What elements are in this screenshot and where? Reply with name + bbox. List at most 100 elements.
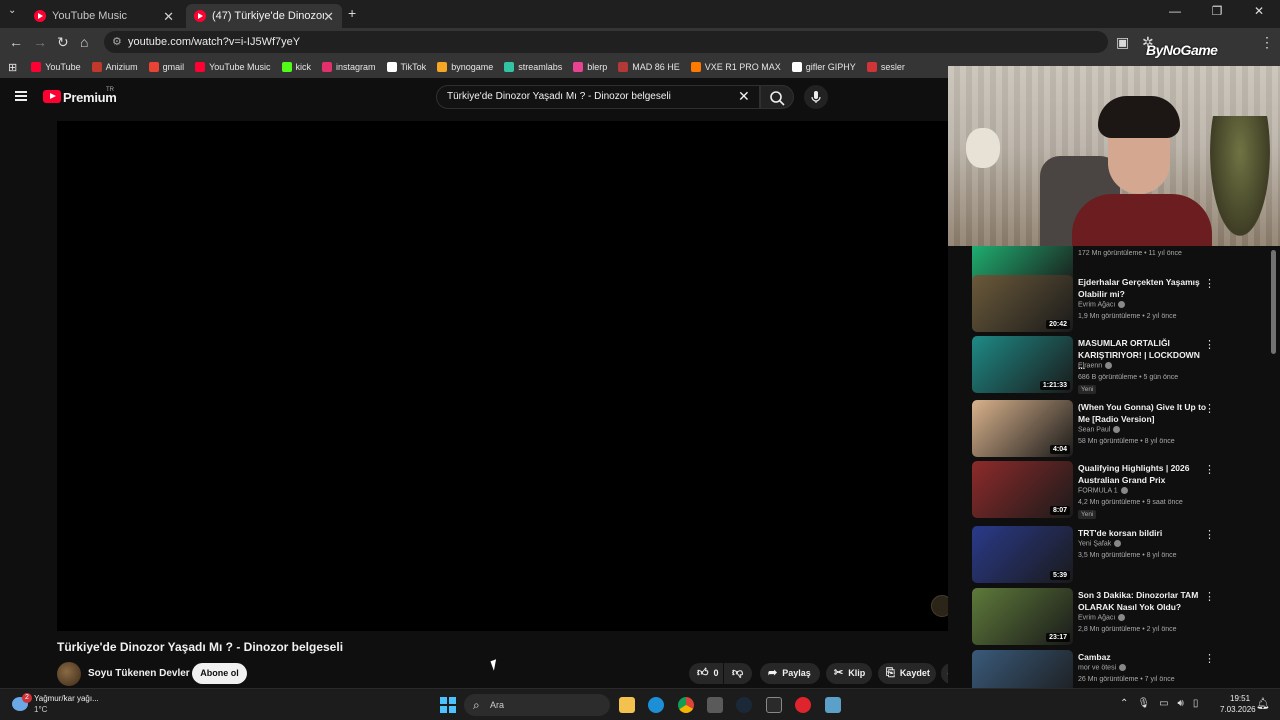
forward-icon[interactable]: → xyxy=(33,34,47,50)
taskbar-search-input[interactable]: Ara xyxy=(464,694,610,716)
bookmark-item[interactable]: sesler xyxy=(866,62,905,72)
video-thumbnail[interactable]: 20:42 xyxy=(972,275,1073,332)
more-options-icon[interactable]: ⋮ xyxy=(1204,528,1215,541)
menu-icon[interactable] xyxy=(15,91,27,101)
dislike-button[interactable]: 👎︎ xyxy=(724,663,752,684)
video-thumbnail[interactable]: 23:17 xyxy=(972,588,1073,645)
channel-name[interactable]: Sean Paul xyxy=(1078,426,1121,433)
recommendation-item[interactable]: 20:42 Ejderhalar Gerçekten Yaşamış Olabil… xyxy=(972,275,1262,333)
video-thumbnail[interactable]: 5:39 xyxy=(972,526,1073,583)
close-window-icon[interactable]: ✕ xyxy=(1238,4,1280,18)
video-player[interactable] xyxy=(57,121,962,631)
home-icon[interactable]: ⌂ xyxy=(80,34,88,50)
recommendation-item[interactable]: 23:17 Son 3 Dakika: Dinozorlar TAM OLARAK… xyxy=(972,588,1262,646)
site-info-icon[interactable]: ⚙ xyxy=(112,31,122,53)
clock-date[interactable]: 7.03.2026 xyxy=(1220,705,1256,714)
more-options-icon[interactable]: ⋮ xyxy=(1204,590,1215,603)
recommendation-item[interactable]: 8:07 Qualifying Highlights | 2026 Austral… xyxy=(972,461,1262,519)
tab-youtube-music[interactable]: YouTube Music ✕ xyxy=(26,4,182,28)
app-icon[interactable] xyxy=(825,697,841,713)
channel-avatar[interactable] xyxy=(57,662,81,686)
browser-menu-icon[interactable]: ⋮ xyxy=(1260,34,1274,51)
minimize-icon[interactable]: — xyxy=(1154,4,1196,18)
clear-search-icon[interactable]: ✕ xyxy=(738,88,750,105)
clip-button[interactable]: ✂ Klip xyxy=(826,663,872,684)
share-button[interactable]: ➦ Paylaş xyxy=(760,663,820,684)
epic-games-icon[interactable] xyxy=(766,697,782,713)
bookmark-item[interactable]: instagram xyxy=(322,62,376,72)
display-icon[interactable]: ▭ xyxy=(1159,698,1168,709)
close-tab-icon[interactable]: ✕ xyxy=(163,9,174,25)
edge-icon[interactable] xyxy=(648,697,664,713)
channel-name[interactable]: Evrim Ağacı xyxy=(1078,301,1126,308)
back-icon[interactable]: ← xyxy=(9,34,23,50)
voice-search-button[interactable] xyxy=(804,85,828,109)
tab-search-icon[interactable]: ⌄ xyxy=(8,5,16,16)
search-button[interactable] xyxy=(760,85,794,109)
channel-name[interactable]: Yeni Şafak xyxy=(1078,540,1122,547)
recommendation-item[interactable]: 5:39 TRT'de korsan bildiri Yeni Şafak 3,5 M… xyxy=(972,526,1262,584)
more-options-icon[interactable]: ⋮ xyxy=(1204,338,1215,351)
new-tab-button[interactable]: + xyxy=(348,5,356,21)
volume-icon[interactable]: 🔊︎ xyxy=(1178,698,1184,709)
recommendation-item[interactable]: 4:04 (When You Gonna) Give It Up to Me [R… xyxy=(972,400,1262,458)
bookmark-item[interactable]: TikTok xyxy=(386,62,426,72)
search-input[interactable]: Türkiye'de Dinozor Yaşadı Mı ? - Dinozor… xyxy=(436,85,760,109)
channel-name[interactable]: Soyu Tükenen Devler xyxy=(88,668,190,679)
notifications-icon[interactable]: 🔔︎ xyxy=(1256,697,1270,710)
clock-time[interactable]: 19:51 xyxy=(1230,694,1250,703)
recommendation-item[interactable]: 1:21:33 MASUMLAR ORTALIĞI KARIŞTIRIYOR! |… xyxy=(972,336,1262,394)
reload-icon[interactable]: ↻ xyxy=(57,34,69,51)
bookmark-item[interactable]: MAD 86 HE xyxy=(618,62,680,72)
store-icon[interactable] xyxy=(707,697,723,713)
save-button[interactable]: ⎘ Kaydet xyxy=(878,663,936,684)
steam-icon[interactable] xyxy=(736,697,752,713)
battery-icon[interactable]: ▯ xyxy=(1193,698,1199,709)
address-bar[interactable]: ⚙ youtube.com/watch?v=i-IJ5Wf7yeY xyxy=(104,31,1108,53)
extension-icon[interactable]: ▣ xyxy=(1116,34,1129,51)
subscribe-button[interactable]: Abone ol xyxy=(192,663,247,684)
youtube-logo-icon[interactable] xyxy=(43,90,61,103)
bookmark-item[interactable]: bynogame xyxy=(437,62,493,72)
more-options-icon[interactable]: ⋮ xyxy=(1204,277,1215,290)
sidebar-scrollbar[interactable] xyxy=(1271,250,1276,354)
video-thumbnail[interactable]: 1:21:33 xyxy=(972,336,1073,393)
more-options-icon[interactable]: ⋮ xyxy=(1204,463,1215,476)
bookmark-item[interactable]: gmail xyxy=(148,62,184,72)
close-tab-icon[interactable]: ✕ xyxy=(323,9,334,25)
channel-name[interactable]: FORMULA 1 xyxy=(1078,487,1128,494)
video-title[interactable]: Qualifying Highlights | 2026 Australian … xyxy=(1078,463,1208,486)
bookmark-item[interactable]: Anizium xyxy=(91,62,138,72)
video-title[interactable]: Cambaz xyxy=(1078,652,1208,664)
tab-current-video[interactable]: (47) Türkiye'de Dinozor Yaşadı ✕ xyxy=(186,4,342,28)
start-button[interactable] xyxy=(440,697,456,713)
bookmark-item[interactable]: YouTube xyxy=(31,62,81,72)
like-button[interactable]: 👍︎ 0 xyxy=(689,663,723,684)
video-title[interactable]: Ejderhalar Gerçekten Yaşamış Olabilir mi… xyxy=(1078,277,1208,300)
apps-grid-icon[interactable]: ⊞ xyxy=(8,61,17,74)
app-icon[interactable] xyxy=(795,697,811,713)
more-options-icon[interactable]: ⋮ xyxy=(1204,402,1215,415)
channel-name[interactable]: mor ve ötesi xyxy=(1078,664,1127,671)
weather-text[interactable]: Yağmur/kar yağı... xyxy=(34,694,99,703)
video-thumbnail[interactable]: 8:07 xyxy=(972,461,1073,518)
channel-name[interactable]: Evrim Ağacı xyxy=(1078,614,1126,621)
maximize-icon[interactable]: ❐ xyxy=(1196,4,1238,18)
recommendation-item[interactable]: Cambaz mor ve ötesi 26 Mn görüntüleme • 7 … xyxy=(972,650,1262,688)
video-thumbnail[interactable]: 4:04 xyxy=(972,400,1073,457)
file-explorer-icon[interactable] xyxy=(619,697,635,713)
bookmark-item[interactable]: blerp xyxy=(573,62,607,72)
video-title[interactable]: (When You Gonna) Give It Up to Me [Radio… xyxy=(1078,402,1208,425)
bookmark-item[interactable]: kick xyxy=(281,62,311,72)
chrome-icon[interactable] xyxy=(678,697,694,713)
video-title[interactable]: TRT'de korsan bildiri xyxy=(1078,528,1208,540)
video-thumbnail[interactable] xyxy=(972,650,1073,688)
show-hidden-icons-icon[interactable]: ⌃ xyxy=(1120,698,1128,709)
bookmark-item[interactable]: VXE R1 PRO MAX xyxy=(690,62,781,72)
bookmark-item[interactable]: streamlabs xyxy=(504,62,562,72)
more-options-icon[interactable]: ⋮ xyxy=(1204,652,1215,665)
video-title[interactable]: Son 3 Dakika: Dinozorlar TAM OLARAK Nası… xyxy=(1078,590,1208,613)
microphone-icon[interactable]: 🎙︎ xyxy=(1137,698,1150,709)
channel-name[interactable]: Elraenn xyxy=(1078,362,1113,369)
bookmark-item[interactable]: gifler GIPHY xyxy=(791,62,856,72)
